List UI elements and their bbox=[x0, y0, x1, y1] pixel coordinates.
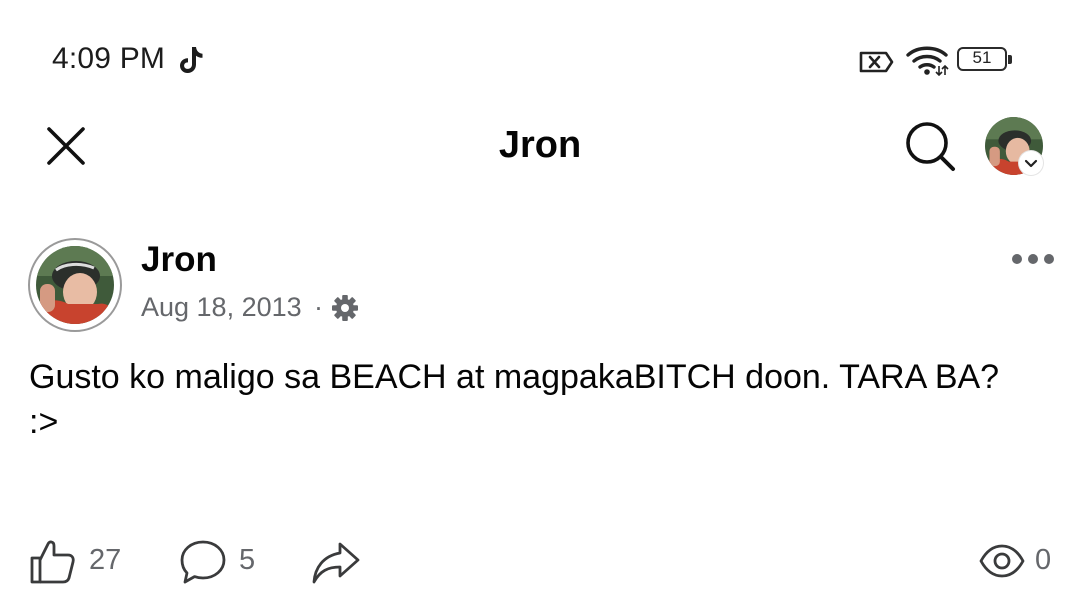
post-date[interactable]: Aug 18, 2013 bbox=[141, 292, 302, 323]
author-name[interactable]: Jron bbox=[141, 240, 217, 280]
more-options-icon[interactable] bbox=[1008, 244, 1058, 274]
battery-indicator: 51 bbox=[957, 47, 1015, 75]
share-icon[interactable] bbox=[310, 538, 362, 586]
view-count: 0 bbox=[1035, 544, 1052, 576]
like-count[interactable]: 27 bbox=[89, 544, 121, 577]
eye-icon bbox=[979, 544, 1025, 578]
tiktok-icon bbox=[180, 47, 203, 73]
author-avatar[interactable] bbox=[28, 238, 122, 332]
date-separator: · bbox=[314, 292, 323, 322]
chevron-down-icon bbox=[1019, 151, 1043, 175]
status-time: 4:09 PM bbox=[52, 42, 166, 75]
comment-icon[interactable] bbox=[178, 538, 228, 586]
battery-cap bbox=[1008, 55, 1012, 64]
comment-count[interactable]: 5 bbox=[239, 544, 255, 577]
sim-x-icon bbox=[859, 51, 894, 73]
gear-icon bbox=[332, 295, 358, 321]
post-text: Gusto ko maligo sa BEACH at magpakaBITCH… bbox=[29, 358, 1000, 441]
avatar bbox=[36, 246, 114, 324]
profile-switcher-button[interactable] bbox=[985, 117, 1043, 175]
wifi-icon bbox=[906, 46, 949, 76]
search-icon[interactable] bbox=[903, 119, 957, 173]
like-icon[interactable] bbox=[28, 538, 76, 586]
battery-level: 51 bbox=[972, 48, 992, 67]
